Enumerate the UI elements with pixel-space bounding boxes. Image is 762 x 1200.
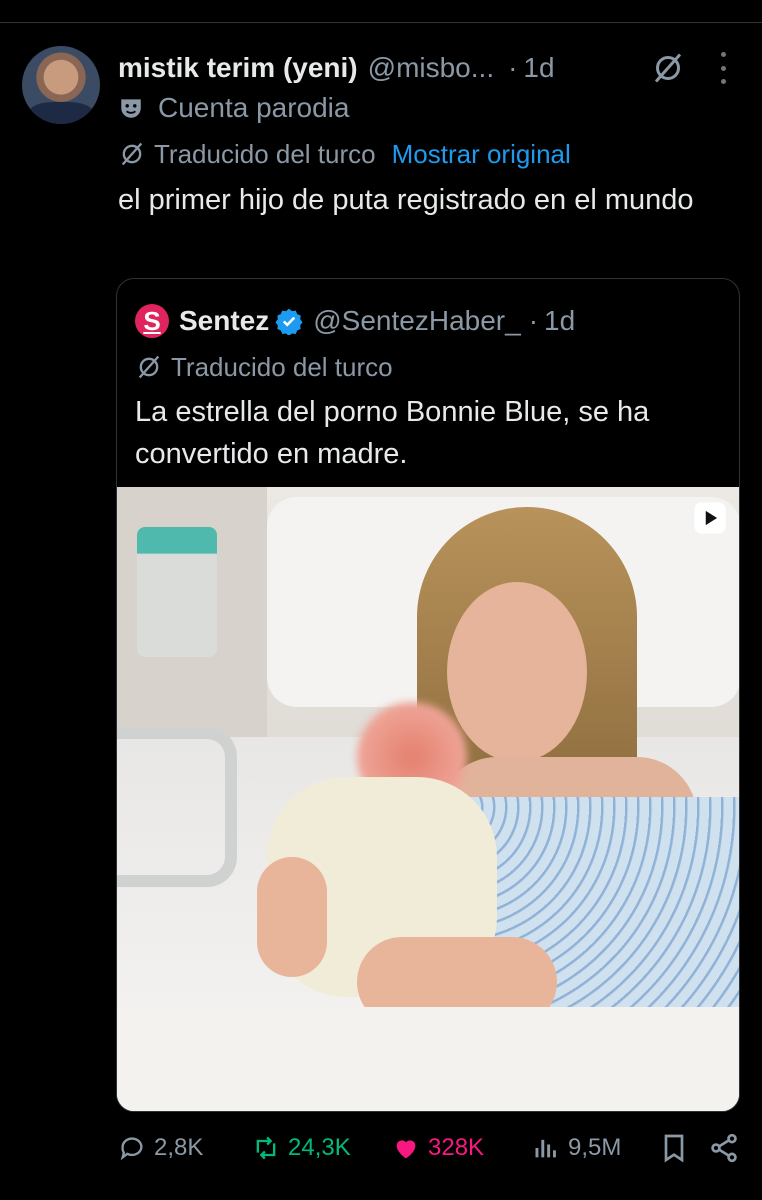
quote-author-name[interactable]: Sentez bbox=[179, 305, 269, 337]
author-name[interactable]: mistik terim (yeni) bbox=[118, 52, 358, 84]
like-button[interactable]: 328K bbox=[392, 1128, 484, 1168]
reply-icon bbox=[120, 1137, 143, 1161]
action-bar: 2,8K 24,3K 328K 9,5M bbox=[118, 1128, 744, 1168]
top-divider bbox=[0, 22, 762, 23]
parody-text: Cuenta parodia bbox=[158, 92, 350, 123]
reply-button[interactable]: 2,8K bbox=[118, 1128, 203, 1168]
repost-button[interactable]: 24,3K bbox=[252, 1128, 351, 1168]
quote-translation-bar: Traducido del turco bbox=[135, 349, 393, 385]
parody-label: Cuenta parodia bbox=[118, 90, 349, 126]
translation-bar: Traducido del turco Mostrar original bbox=[118, 136, 571, 172]
translated-label: Traducido del turco bbox=[154, 138, 376, 169]
quote-translated-label: Traducido del turco bbox=[171, 351, 393, 382]
post-header: mistik terim (yeni) @misbo... · 1d bbox=[118, 50, 555, 86]
quote-text: La estrella del porno Bonnie Blue, se ha… bbox=[135, 396, 650, 470]
grok-icon[interactable] bbox=[650, 50, 686, 86]
mask-icon bbox=[121, 99, 141, 118]
quote-avatar[interactable]: S bbox=[135, 304, 169, 338]
video-play-icon[interactable] bbox=[693, 501, 727, 535]
quote-header: S Sentez @SentezHaber_ · 1d bbox=[135, 301, 575, 341]
heart-icon bbox=[396, 1140, 416, 1159]
post-text: el primer hijo de puta registrado en el … bbox=[118, 184, 694, 216]
author-handle[interactable]: @misbo... bbox=[368, 52, 494, 84]
views-icon bbox=[535, 1139, 556, 1158]
translate-icon bbox=[121, 142, 143, 166]
show-original-link[interactable]: Mostrar original bbox=[392, 139, 571, 170]
views-button[interactable]: 9,5M bbox=[532, 1128, 621, 1168]
repost-count: 24,3K bbox=[288, 1134, 351, 1161]
repost-icon bbox=[256, 1136, 276, 1160]
verified-badge-icon bbox=[275, 308, 303, 335]
bookmark-icon[interactable] bbox=[658, 1132, 690, 1164]
views-count: 9,5M bbox=[568, 1134, 622, 1161]
translate-icon bbox=[138, 355, 160, 379]
quoted-post[interactable]: S Sentez @SentezHaber_ · 1d Traducido de… bbox=[116, 278, 740, 1112]
like-count: 328K bbox=[428, 1134, 485, 1161]
quote-separator-dot: · bbox=[528, 305, 539, 336]
post-time[interactable]: 1d bbox=[523, 52, 554, 84]
more-options-icon[interactable] bbox=[716, 52, 730, 84]
quote-time[interactable]: 1d bbox=[544, 305, 575, 337]
separator-dot: · bbox=[508, 52, 518, 83]
share-icon[interactable] bbox=[708, 1132, 740, 1164]
quote-handle[interactable]: @SentezHaber_ bbox=[313, 305, 520, 337]
quote-media-image[interactable] bbox=[117, 487, 739, 1111]
reply-count: 2,8K bbox=[154, 1134, 204, 1161]
avatar[interactable] bbox=[22, 46, 100, 124]
